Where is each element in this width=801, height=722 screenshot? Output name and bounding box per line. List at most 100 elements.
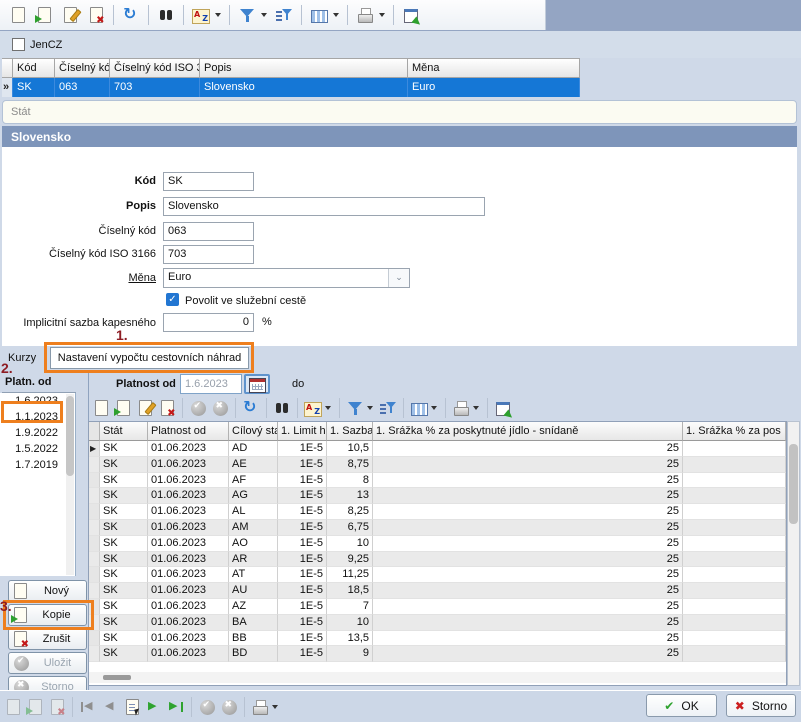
column-header[interactable]: 1. Limit hodin bbox=[278, 422, 327, 441]
table-row[interactable]: SK01.06.2023AE1E-58,7525 bbox=[89, 457, 786, 473]
storno-button[interactable]: ✖ Storno bbox=[726, 694, 796, 717]
kod-field[interactable]: SK bbox=[163, 172, 254, 191]
rates-hscrollbar-thumb[interactable] bbox=[103, 675, 131, 680]
table-row[interactable]: SK01.06.2023AT1E-511,2525 bbox=[89, 567, 786, 583]
print-button[interactable] bbox=[352, 2, 378, 28]
edit-button[interactable] bbox=[134, 397, 156, 419]
export-button[interactable] bbox=[398, 2, 424, 28]
table-row[interactable]: SK01.06.2023AR1E-59,2525 bbox=[89, 552, 786, 568]
funnel2-button[interactable] bbox=[377, 397, 399, 419]
table-row[interactable]: SK01.06.2023BB1E-513,525 bbox=[89, 631, 786, 647]
column-header[interactable]: Stát bbox=[100, 422, 148, 441]
export-button[interactable] bbox=[492, 397, 514, 419]
rates-vscrollbar-thumb[interactable] bbox=[789, 444, 798, 524]
dropdown-arrow-icon[interactable] bbox=[431, 406, 437, 410]
table-row[interactable]: SK01.06.2023AO1E-51025 bbox=[89, 536, 786, 552]
countries-table[interactable]: KódČíselný kódČíselný kód ISO 3166PopisM… bbox=[2, 58, 580, 97]
funnel-button[interactable] bbox=[344, 397, 366, 419]
print-button[interactable] bbox=[249, 696, 271, 718]
az-button[interactable] bbox=[188, 2, 214, 28]
first-button[interactable] bbox=[77, 696, 99, 718]
column-header[interactable]: Cílový stat bbox=[229, 422, 278, 441]
dropdown-arrow-icon[interactable] bbox=[261, 13, 267, 17]
zrušit-button[interactable]: Zrušit bbox=[8, 628, 87, 650]
copy-button[interactable] bbox=[112, 397, 134, 419]
ciselny-kod-field[interactable]: 063 bbox=[163, 222, 254, 241]
next-button[interactable] bbox=[143, 696, 165, 718]
edit-button[interactable] bbox=[57, 2, 83, 28]
last-button[interactable] bbox=[165, 696, 187, 718]
kapesne-field[interactable]: 0 bbox=[163, 313, 254, 332]
povolit-checkbox[interactable]: ✓ bbox=[166, 293, 179, 306]
dropdown-arrow-icon[interactable] bbox=[333, 13, 339, 17]
dropdown-arrow-icon[interactable] bbox=[367, 406, 373, 410]
columns-button[interactable] bbox=[408, 397, 430, 419]
column-header[interactable]: Číselný kód ISO 3166 bbox=[110, 58, 200, 78]
dropdown-arrow-icon[interactable] bbox=[215, 13, 221, 17]
nový-button[interactable]: Nový bbox=[8, 580, 87, 602]
del-button[interactable] bbox=[46, 696, 68, 718]
column-header[interactable]: Kód bbox=[13, 58, 55, 78]
copy-button[interactable] bbox=[31, 2, 57, 28]
table-row[interactable]: SK01.06.2023BA1E-51025 bbox=[89, 615, 786, 631]
chevron-down-icon[interactable]: ⌄ bbox=[388, 269, 409, 287]
list-item[interactable]: 1.7.2019 bbox=[0, 457, 58, 473]
table-row[interactable]: SK01.06.2023AF1E-5825 bbox=[89, 473, 786, 489]
del-button[interactable] bbox=[83, 2, 109, 28]
dropdown-arrow-icon[interactable] bbox=[325, 406, 331, 410]
table-row[interactable]: SK01.06.2023AZ1E-5725 bbox=[89, 599, 786, 615]
table-row[interactable]: SK01.06.2023AG1E-51325 bbox=[89, 488, 786, 504]
ok-button[interactable]: ✔ OK bbox=[646, 694, 717, 717]
dropdown-arrow-icon[interactable] bbox=[272, 705, 278, 709]
reclist-button[interactable] bbox=[121, 696, 143, 718]
az-button[interactable] bbox=[302, 397, 324, 419]
column-header[interactable]: Měna bbox=[408, 58, 580, 78]
table-row[interactable]: »SK063703SlovenskoEuro bbox=[2, 78, 580, 97]
new-button[interactable] bbox=[5, 2, 31, 28]
column-header[interactable]: Číselný kód bbox=[55, 58, 110, 78]
cancel-button[interactable] bbox=[209, 397, 231, 419]
list-scrollbar-thumb[interactable] bbox=[66, 396, 74, 476]
ok-button[interactable] bbox=[196, 696, 218, 718]
find-button[interactable] bbox=[271, 397, 293, 419]
table-row[interactable]: SK01.06.2023AM1E-56,7525 bbox=[89, 520, 786, 536]
iso-kod-field[interactable]: 703 bbox=[163, 245, 254, 264]
table-row[interactable]: SK01.06.2023BD1E-5925 bbox=[89, 646, 786, 662]
new-button[interactable] bbox=[90, 397, 112, 419]
find-button[interactable] bbox=[153, 2, 179, 28]
rates-vscrollbar[interactable] bbox=[787, 421, 800, 686]
rates-hscrollbar[interactable] bbox=[89, 672, 786, 683]
popis-field[interactable]: Slovensko bbox=[163, 197, 485, 216]
column-header[interactable]: Popis bbox=[200, 58, 408, 78]
columns-button[interactable] bbox=[306, 2, 332, 28]
table-row[interactable]: SK01.06.2023AL1E-58,2525 bbox=[89, 504, 786, 520]
column-header[interactable]: 1. Srážka % za poskytnuté jídlo - snídan… bbox=[373, 422, 683, 441]
dropdown-arrow-icon[interactable] bbox=[379, 13, 385, 17]
del-button[interactable] bbox=[156, 397, 178, 419]
prev-button[interactable] bbox=[99, 696, 121, 718]
list-item[interactable]: 1.5.2022 bbox=[0, 441, 58, 457]
jencz-checkbox[interactable] bbox=[12, 38, 25, 51]
dropdown-arrow-icon[interactable] bbox=[473, 406, 479, 410]
column-header[interactable]: 1. Sazba bbox=[327, 422, 373, 441]
print-button[interactable] bbox=[450, 397, 472, 419]
cancel-button[interactable] bbox=[218, 696, 240, 718]
rates-table[interactable]: StátPlatnost odCílový stat1. Limit hodin… bbox=[88, 421, 787, 686]
platnost-od-field[interactable]: 1.6.2023 bbox=[180, 374, 242, 394]
copy-button[interactable] bbox=[24, 696, 46, 718]
refresh-button[interactable] bbox=[240, 397, 262, 419]
refresh-button[interactable] bbox=[118, 2, 144, 28]
list-scrollbar[interactable] bbox=[66, 394, 74, 575]
table-row[interactable]: ▶SK01.06.2023AD1E-510,525 bbox=[89, 441, 786, 457]
mena-select[interactable]: Euro ⌄ bbox=[163, 268, 410, 288]
calendar-button[interactable] bbox=[244, 374, 270, 394]
table-row[interactable]: SK01.06.2023AU1E-518,525 bbox=[89, 583, 786, 599]
list-item[interactable]: 1.9.2022 bbox=[0, 425, 58, 441]
funnel-button[interactable] bbox=[234, 2, 260, 28]
funnel2-button[interactable] bbox=[271, 2, 297, 28]
column-header[interactable]: 1. Srážka % za pos bbox=[683, 422, 786, 441]
mena-label[interactable]: Měna bbox=[0, 269, 156, 284]
new-button[interactable] bbox=[2, 696, 24, 718]
column-header[interactable]: Platnost od bbox=[148, 422, 229, 441]
ok-button[interactable] bbox=[187, 397, 209, 419]
